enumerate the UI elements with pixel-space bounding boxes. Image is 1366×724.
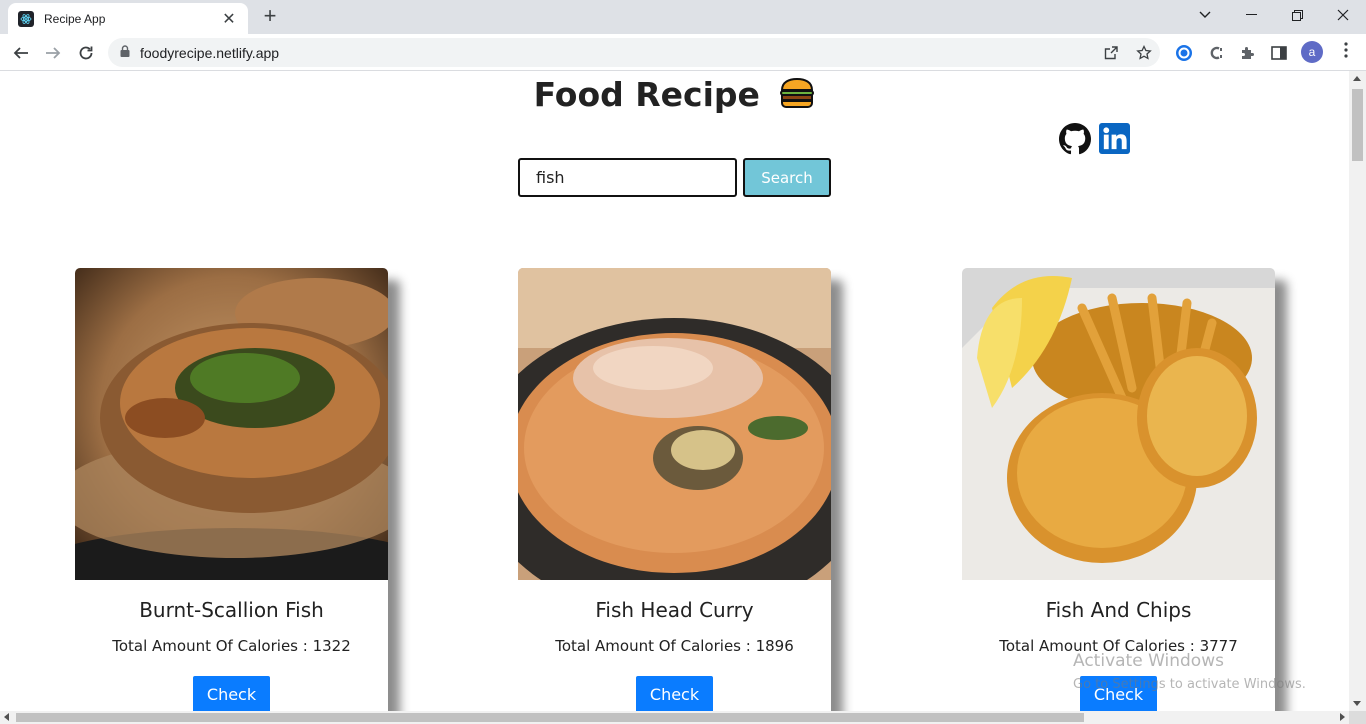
address-bar[interactable]: foodyrecipe.netlify.app xyxy=(108,38,1160,67)
scroll-up-arrow-icon[interactable] xyxy=(1353,76,1361,81)
recipe-calories: Total Amount Of Calories : 1322 xyxy=(112,637,351,655)
recipe-name: Burnt-Scallion Fish xyxy=(139,598,324,622)
linkedin-icon[interactable] xyxy=(1099,123,1131,155)
extensions-puzzle-icon[interactable] xyxy=(1237,42,1259,64)
bookmark-star-icon[interactable] xyxy=(1133,42,1155,64)
hamburger-emoji-icon xyxy=(779,77,815,117)
recipe-card: Fish Head Curry Total Amount Of Calories… xyxy=(518,268,831,711)
tab-recipe-app[interactable]: Recipe App ✕ xyxy=(8,3,248,34)
reload-button[interactable] xyxy=(73,40,99,66)
scrollbar-corner xyxy=(1349,711,1366,724)
tab-strip: Recipe App ✕ + xyxy=(0,0,1366,34)
recipe-image-fish-and-chips xyxy=(962,268,1275,580)
extension-c-icon[interactable] xyxy=(1205,42,1227,64)
react-icon xyxy=(18,10,34,27)
scroll-right-arrow-icon[interactable] xyxy=(1340,713,1345,721)
browser-menu-icon[interactable] xyxy=(1336,42,1356,62)
horizontal-scroll-thumb[interactable] xyxy=(16,713,1084,722)
check-button[interactable]: Check xyxy=(193,676,270,711)
page-viewport: Food Recipe Search xyxy=(0,71,1349,711)
search-input[interactable] xyxy=(518,158,737,197)
watermark-line1: Activate Windows xyxy=(1073,651,1224,671)
tab-title: Recipe App xyxy=(44,11,106,26)
side-panel-icon[interactable] xyxy=(1268,42,1290,64)
recipe-calories: Total Amount Of Calories : 1896 xyxy=(555,637,794,655)
browser-toolbar: foodyrecipe.netlify.app xyxy=(0,34,1366,71)
search-button[interactable]: Search xyxy=(743,158,831,197)
recipe-image-fish-head-curry xyxy=(518,268,831,618)
recipe-image-burnt-scallion-fish xyxy=(75,268,388,608)
tab-close-icon[interactable]: ✕ xyxy=(220,9,238,29)
profile-avatar[interactable]: a xyxy=(1301,41,1323,63)
recipe-card: Burnt-Scallion Fish Total Amount Of Calo… xyxy=(75,268,388,711)
recipe-name: Fish And Chips xyxy=(1045,598,1192,622)
recipe-card: Fish And Chips Total Amount Of Calories … xyxy=(962,268,1275,711)
github-icon[interactable] xyxy=(1059,123,1091,155)
restore-button[interactable] xyxy=(1274,0,1320,30)
page-title-text: Food Recipe xyxy=(533,75,760,114)
vertical-scroll-thumb[interactable] xyxy=(1352,89,1363,161)
recipe-name: Fish Head Curry xyxy=(595,598,754,622)
tab-search-chevron-icon[interactable] xyxy=(1182,0,1228,30)
scroll-down-arrow-icon[interactable] xyxy=(1353,701,1361,706)
forward-button[interactable] xyxy=(40,40,66,66)
horizontal-scrollbar[interactable] xyxy=(0,711,1349,724)
activate-windows-watermark: Activate Windows Go to Settings to activ… xyxy=(1073,651,1306,692)
vertical-scrollbar[interactable] xyxy=(1349,71,1366,711)
back-button[interactable] xyxy=(8,40,34,66)
new-tab-button[interactable]: + xyxy=(258,4,282,28)
url-text: foodyrecipe.netlify.app xyxy=(140,44,280,61)
extension-blue-icon[interactable] xyxy=(1173,42,1195,64)
close-window-button[interactable] xyxy=(1320,0,1366,30)
share-icon[interactable] xyxy=(1100,42,1122,64)
lock-icon xyxy=(120,44,130,62)
check-button[interactable]: Check xyxy=(636,676,713,711)
page-title: Food Recipe xyxy=(0,75,1349,117)
watermark-line2: Go to Settings to activate Windows. xyxy=(1073,677,1306,692)
scroll-left-arrow-icon[interactable] xyxy=(4,713,9,721)
minimize-button[interactable] xyxy=(1228,0,1274,30)
